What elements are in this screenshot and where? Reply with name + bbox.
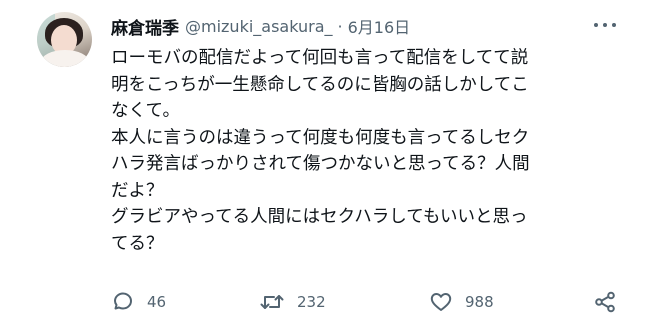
tweet-text-line: グラビアやってる人間にはセクハラしてもいいと思っ (111, 207, 528, 227)
like-count: 988 (465, 293, 494, 311)
share-button[interactable] (593, 288, 617, 316)
tweet-header: 麻倉瑞季 @mizuki_asakura_ · 6月16日 (111, 14, 411, 39)
tweet-text: ローモバの配信だよって何回も言って配信をしてて説 明をこっちが一生懸命してるのに… (111, 45, 621, 257)
reply-button[interactable]: 46 (111, 288, 166, 316)
retweet-icon (259, 290, 285, 314)
retweet-count: 232 (297, 293, 326, 311)
reply-count: 46 (147, 293, 167, 311)
reply-icon (111, 290, 135, 314)
tweet-actions: 46 232 988 (111, 288, 621, 316)
tweet-date[interactable]: 6月16日 (348, 14, 411, 38)
share-icon (593, 290, 617, 314)
tweet-text-line: 明をこっちが一生懸命してるのに皆胸の話しかしてこ (111, 74, 529, 95)
tweet-text-line: なくて。 (111, 101, 180, 121)
avatar[interactable] (37, 12, 92, 67)
retweet-button[interactable]: 232 (259, 288, 326, 316)
tweet-text-line: だよ？ (111, 180, 164, 201)
more-icon[interactable] (594, 18, 616, 32)
like-button[interactable]: 988 (429, 288, 494, 316)
tweet-text-line: ハラ発言ばっかりされて傷つかないと思ってる？人間 (111, 154, 530, 174)
heart-icon (429, 290, 453, 314)
tweet-text-line: てる？ (111, 233, 164, 254)
tweet-text-line: ローモバの配信だよって何回も言って配信をしてて説 (111, 48, 529, 68)
tweet-text-line: 本人に言うのは違うって何度も何度も言ってるしセク (111, 127, 530, 148)
author-handle[interactable]: @mizuki_asakura_ (185, 17, 333, 36)
tweet: 麻倉瑞季 @mizuki_asakura_ · 6月16日 ローモバの配信だよっ… (0, 0, 650, 333)
author-name[interactable]: 麻倉瑞季 (111, 14, 179, 39)
separator: · (337, 16, 343, 36)
